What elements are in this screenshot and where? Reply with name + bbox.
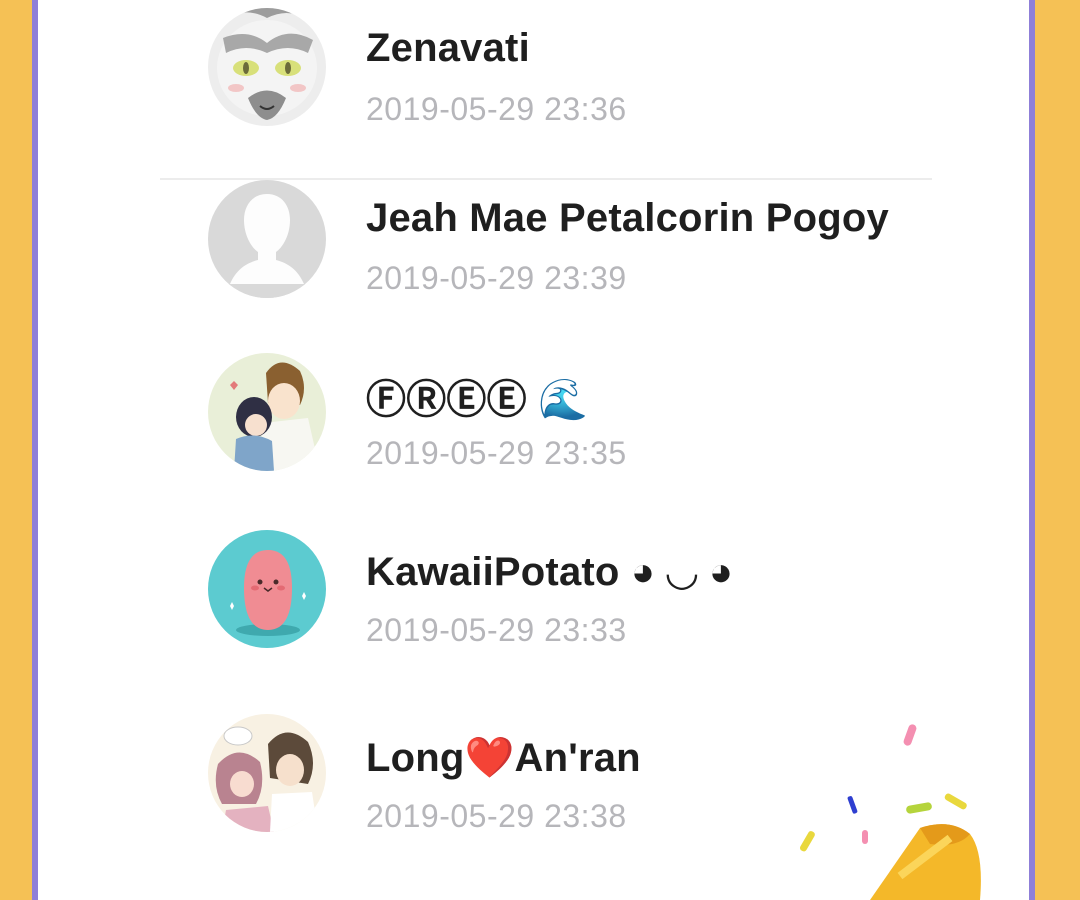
comment-timestamp: 2019-05-29 23:35 [366,435,627,471]
default-avatar-icon [208,180,326,298]
frame-border-right [1029,0,1035,900]
comment-author-name[interactable]: Zenavati [366,26,530,71]
comment-timestamp: 2019-05-29 23:39 [366,260,627,296]
avatar[interactable] [208,180,326,298]
comment-timestamp: 2019-05-29 23:38 [366,798,627,834]
list-item[interactable]: KawaiiPotato ◕ ◡ ◕ 2019-05-29 23:33 [38,522,1029,682]
comment-timestamp: 2019-05-29 23:33 [366,612,627,648]
potato-avatar-icon [208,530,326,648]
comment-author-name[interactable]: Jeah Mae Petalcorin Pogoy [366,196,889,241]
anime-pair-avatar-icon [208,714,326,832]
party-popper-icon [800,724,981,900]
list-item[interactable]: Jeah Mae Petalcorin Pogoy 2019-05-29 23:… [38,172,1029,332]
cat-avatar-icon [208,8,326,126]
list-item[interactable]: Zenavati 2019-05-29 23:36 [38,0,1029,160]
avatar[interactable] [208,530,326,648]
anime-couple-avatar-icon [208,353,326,471]
avatar[interactable] [208,714,326,832]
comment-author-name[interactable]: Long❤️An'ran [366,734,641,781]
avatar[interactable] [208,353,326,471]
comment-timestamp: 2019-05-29 23:36 [366,91,627,127]
comment-author-name[interactable]: ⒻⓇⒺⒺ 🌊 [366,367,588,425]
avatar[interactable] [208,8,326,126]
comment-author-name[interactable]: KawaiiPotato ◕ ◡ ◕ [366,549,733,595]
list-item[interactable]: ⒻⓇⒺⒺ 🌊 2019-05-29 23:35 [38,345,1029,505]
